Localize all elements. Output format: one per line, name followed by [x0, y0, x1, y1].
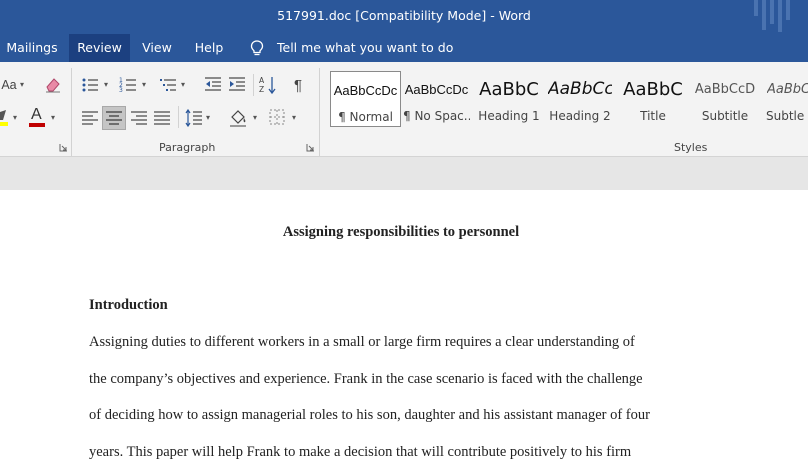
- group-separator: [178, 106, 179, 128]
- highlighter-icon: [0, 110, 8, 126]
- paragraph-line: of deciding how to assign managerial rol…: [89, 407, 650, 423]
- svg-text:3: 3: [119, 87, 123, 94]
- chevron-down-icon[interactable]: ▾: [181, 80, 185, 89]
- lightbulb-icon: [250, 40, 264, 56]
- style-preview: AaBbC: [479, 79, 539, 100]
- title-bar-decoration: [778, 0, 782, 32]
- tab-help[interactable]: Help: [190, 34, 228, 62]
- svg-text:A: A: [259, 76, 265, 85]
- line-spacing-icon: [185, 108, 202, 128]
- multilevel-list-icon: [160, 79, 176, 91]
- style-preview: AaBbCcDc: [333, 83, 398, 98]
- style-label: Title: [640, 109, 666, 123]
- justify-button[interactable]: [153, 109, 171, 127]
- chevron-down-icon[interactable]: ▾: [51, 113, 55, 122]
- section-heading: Introduction: [89, 297, 168, 313]
- font-dialog-launcher-icon[interactable]: [59, 143, 68, 152]
- paragraph-dialog-launcher-icon[interactable]: [306, 143, 315, 152]
- chevron-down-icon[interactable]: ▾: [206, 113, 210, 122]
- bullets-icon: [82, 78, 98, 92]
- chevron-down-icon[interactable]: ▾: [253, 113, 257, 122]
- chevron-down-icon[interactable]: ▾: [292, 113, 296, 122]
- title-bar-decoration: [762, 0, 766, 30]
- style-heading-2[interactable]: AaBbCc Heading 2: [548, 71, 612, 127]
- style-title[interactable]: AaBbC Title: [619, 71, 687, 127]
- window-title: 517991.doc [Compatibility Mode] - Word: [277, 8, 531, 23]
- styles-group-label: Styles: [674, 141, 708, 154]
- align-right-icon: [131, 111, 147, 125]
- align-left-button[interactable]: [81, 109, 99, 127]
- document-page[interactable]: Assigning responsibilities to personnel …: [0, 190, 808, 469]
- bullets-button[interactable]: [81, 76, 99, 94]
- style-heading-1[interactable]: AaBbC Heading 1: [474, 71, 544, 127]
- document-title: Assigning responsibilities to personnel: [282, 224, 520, 240]
- style-preview: AaBbC: [623, 79, 683, 100]
- paint-bucket-icon: [230, 110, 246, 127]
- style-label: Heading 1: [478, 109, 540, 123]
- font-color-a-icon: A: [31, 106, 42, 123]
- increase-indent-button[interactable]: [228, 76, 246, 94]
- style-label: ¶ No Spac...: [403, 109, 470, 123]
- style-preview: AaBbCc: [548, 79, 612, 99]
- tell-me-text: Tell me what you want to do: [277, 40, 454, 55]
- clear-formatting-button[interactable]: [44, 76, 62, 94]
- decrease-indent-button[interactable]: [204, 76, 222, 94]
- paragraph-group-label: Paragraph: [159, 141, 216, 154]
- style-label: ¶ Normal: [338, 110, 393, 124]
- tab-review[interactable]: Review: [69, 34, 130, 62]
- title-bar-decoration: [786, 0, 790, 20]
- align-right-button[interactable]: [130, 109, 148, 127]
- sort-button[interactable]: A Z: [259, 75, 277, 95]
- paragraph-line: Assigning duties to different workers in…: [89, 334, 635, 350]
- ribbon: Aa ▾ ▾ A ▾ ▾ 1 2 3 ▾ ▾ A Z ¶ ▾ ▾ ▾ Parag…: [0, 62, 808, 157]
- paragraph-line: years. This paper will help Frank to mak…: [89, 444, 632, 460]
- group-separator: [319, 68, 320, 156]
- numbering-icon: 1 2 3: [119, 77, 136, 94]
- borders-button[interactable]: [269, 109, 285, 125]
- highlight-color-button[interactable]: [0, 108, 10, 128]
- ribbon-tabs: Mailings Review View Help Tell me what y…: [0, 34, 808, 62]
- group-separator: [253, 74, 254, 96]
- style-subtle-emphasis[interactable]: AaBbCc Subtle E: [763, 71, 808, 127]
- style-label: Subtitle: [701, 109, 749, 123]
- style-preview: AaBbCc: [767, 82, 808, 97]
- change-case-button[interactable]: Aa: [0, 75, 18, 95]
- chevron-down-icon[interactable]: ▾: [104, 80, 108, 89]
- line-spacing-button[interactable]: [185, 108, 203, 128]
- title-bar-decoration: [754, 0, 758, 16]
- chevron-down-icon[interactable]: ▾: [13, 113, 17, 122]
- style-normal[interactable]: AaBbCcDc ¶ Normal: [330, 71, 401, 127]
- borders-icon: [269, 109, 285, 125]
- tab-mailings[interactable]: Mailings: [0, 34, 64, 62]
- svg-text:Z: Z: [259, 85, 264, 94]
- title-bar-decoration: [770, 0, 774, 24]
- align-left-icon: [82, 111, 98, 125]
- title-bar: 517991.doc [Compatibility Mode] - Word: [0, 0, 808, 34]
- style-label: Heading 2: [549, 109, 611, 123]
- style-label: Subtle E: [766, 109, 808, 123]
- sort-icon: A Z: [259, 76, 276, 95]
- font-color-swatch: [29, 123, 45, 127]
- decrease-indent-icon: [205, 77, 221, 91]
- style-no-spacing[interactable]: AaBbCcDc ¶ No Spac...: [403, 71, 470, 127]
- group-separator: [71, 68, 72, 156]
- document-canvas-gutter: [0, 157, 808, 190]
- chevron-down-icon[interactable]: ▾: [142, 80, 146, 89]
- increase-indent-icon: [229, 77, 245, 91]
- tab-view[interactable]: View: [137, 34, 177, 62]
- justify-icon: [154, 111, 170, 125]
- eraser-icon: [46, 78, 60, 93]
- paragraph-line: the company’s objectives and experience.…: [89, 371, 643, 387]
- shading-button[interactable]: [229, 108, 249, 128]
- align-center-icon: [106, 111, 122, 125]
- align-center-button[interactable]: [102, 106, 126, 130]
- show-formatting-button[interactable]: ¶: [290, 75, 306, 95]
- style-subtitle[interactable]: AaBbCcD Subtitle: [691, 71, 759, 127]
- multilevel-list-button[interactable]: [159, 76, 177, 94]
- chevron-down-icon[interactable]: ▾: [20, 80, 24, 89]
- numbering-button[interactable]: 1 2 3: [119, 76, 137, 94]
- style-preview: AaBbCcDc: [404, 82, 469, 97]
- style-preview: AaBbCcD: [694, 82, 756, 97]
- font-color-button[interactable]: A: [28, 106, 46, 128]
